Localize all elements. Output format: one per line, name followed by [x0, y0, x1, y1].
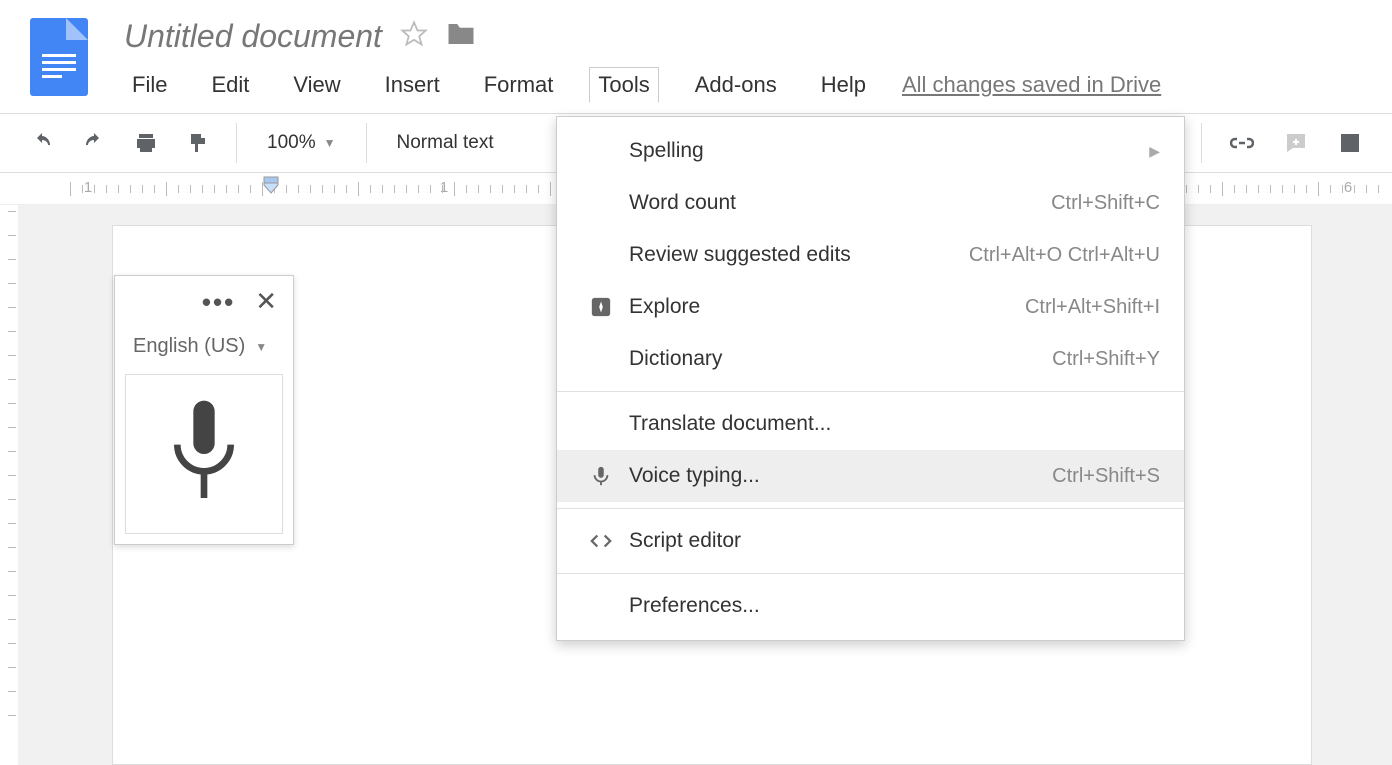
menu-item-word-count[interactable]: Word count Ctrl+Shift+C — [557, 177, 1184, 229]
voice-language-selector[interactable]: English (US) ▼ — [115, 327, 293, 370]
shortcut: Ctrl+Shift+C — [1051, 192, 1160, 215]
undo-button[interactable] — [20, 123, 64, 163]
separator — [1201, 123, 1202, 163]
menu-separator — [557, 508, 1184, 509]
menu-addons[interactable]: Add-ons — [687, 68, 785, 102]
ruler-label: 6 — [1344, 179, 1352, 196]
more-options-icon[interactable]: ••• — [202, 298, 235, 306]
microphone-icon — [581, 465, 621, 487]
menu-label: Spelling — [621, 139, 1149, 163]
menu-item-translate[interactable]: Translate document... — [557, 398, 1184, 450]
separator — [366, 123, 367, 163]
voice-panel-header: ••• ✕ — [115, 276, 293, 327]
comment-button[interactable] — [1274, 123, 1318, 163]
menu-view[interactable]: View — [285, 68, 348, 102]
shortcut: Ctrl+Alt+Shift+I — [1025, 296, 1160, 319]
dropdown-arrow-icon: ▼ — [324, 136, 336, 150]
explore-icon — [581, 296, 621, 318]
menu-item-voice-typing[interactable]: Voice typing... Ctrl+Shift+S — [557, 450, 1184, 502]
menu-label: Translate document... — [621, 412, 1160, 436]
menu-tools[interactable]: Tools — [589, 67, 658, 103]
title-row: Untitled document — [124, 18, 1161, 55]
menu-insert[interactable]: Insert — [377, 68, 448, 102]
menu-item-spelling[interactable]: Spelling ▶ — [557, 125, 1184, 177]
menu-item-review[interactable]: Review suggested edits Ctrl+Alt+O Ctrl+A… — [557, 229, 1184, 281]
microphone-icon — [159, 394, 249, 514]
redo-button[interactable] — [72, 123, 116, 163]
doc-title[interactable]: Untitled document — [124, 18, 382, 55]
indent-marker-icon[interactable] — [262, 175, 280, 202]
link-button[interactable] — [1220, 123, 1264, 163]
menu-label: Review suggested edits — [621, 243, 969, 267]
dropdown-arrow-icon: ▼ — [255, 340, 267, 354]
voice-typing-panel: ••• ✕ English (US) ▼ — [114, 275, 294, 545]
ruler-label: 1 — [84, 179, 92, 196]
voice-language-label: English (US) — [133, 335, 245, 358]
image-button[interactable] — [1328, 123, 1372, 163]
menu-label: Script editor — [621, 529, 1160, 553]
style-value: Normal text — [397, 132, 494, 153]
shortcut: Ctrl+Shift+S — [1052, 465, 1160, 488]
tools-dropdown-menu: Spelling ▶ Word count Ctrl+Shift+C Revie… — [556, 116, 1185, 641]
zoom-selector[interactable]: 100% ▼ — [253, 124, 350, 162]
menu-format[interactable]: Format — [476, 68, 562, 102]
header: Untitled document File Edit View Insert … — [0, 0, 1392, 103]
code-icon — [581, 530, 621, 552]
menu-edit[interactable]: Edit — [203, 68, 257, 102]
microphone-button[interactable] — [125, 374, 283, 534]
separator — [236, 123, 237, 163]
menu-label: Explore — [621, 295, 1025, 319]
menu-label: Preferences... — [621, 594, 1160, 618]
menu-separator — [557, 391, 1184, 392]
vertical-ruler[interactable] — [0, 205, 18, 765]
menu-separator — [557, 573, 1184, 574]
paragraph-style-selector[interactable]: Normal text — [383, 124, 508, 162]
folder-icon[interactable] — [446, 21, 476, 52]
menu-help[interactable]: Help — [813, 68, 874, 102]
docs-logo-icon[interactable] — [30, 18, 88, 96]
menu-label: Dictionary — [621, 347, 1052, 371]
menu-item-script-editor[interactable]: Script editor — [557, 515, 1184, 567]
star-icon[interactable] — [400, 20, 428, 53]
menu-label: Voice typing... — [621, 464, 1052, 488]
menu-item-dictionary[interactable]: Dictionary Ctrl+Shift+Y — [557, 333, 1184, 385]
save-status[interactable]: All changes saved in Drive — [902, 72, 1161, 98]
menu-bar: File Edit View Insert Format Tools Add-o… — [124, 67, 1161, 103]
zoom-value: 100% — [267, 132, 316, 154]
menu-item-preferences[interactable]: Preferences... — [557, 580, 1184, 632]
shortcut: Ctrl+Shift+Y — [1052, 348, 1160, 371]
doc-info: Untitled document File Edit View Insert … — [124, 18, 1161, 103]
menu-file[interactable]: File — [124, 68, 175, 102]
paint-format-button[interactable] — [176, 123, 220, 163]
print-button[interactable] — [124, 123, 168, 163]
menu-label: Word count — [621, 191, 1051, 215]
submenu-arrow-icon: ▶ — [1149, 143, 1160, 160]
shortcut: Ctrl+Alt+O Ctrl+Alt+U — [969, 244, 1160, 267]
menu-item-explore[interactable]: Explore Ctrl+Alt+Shift+I — [557, 281, 1184, 333]
close-icon[interactable]: ✕ — [255, 286, 277, 317]
